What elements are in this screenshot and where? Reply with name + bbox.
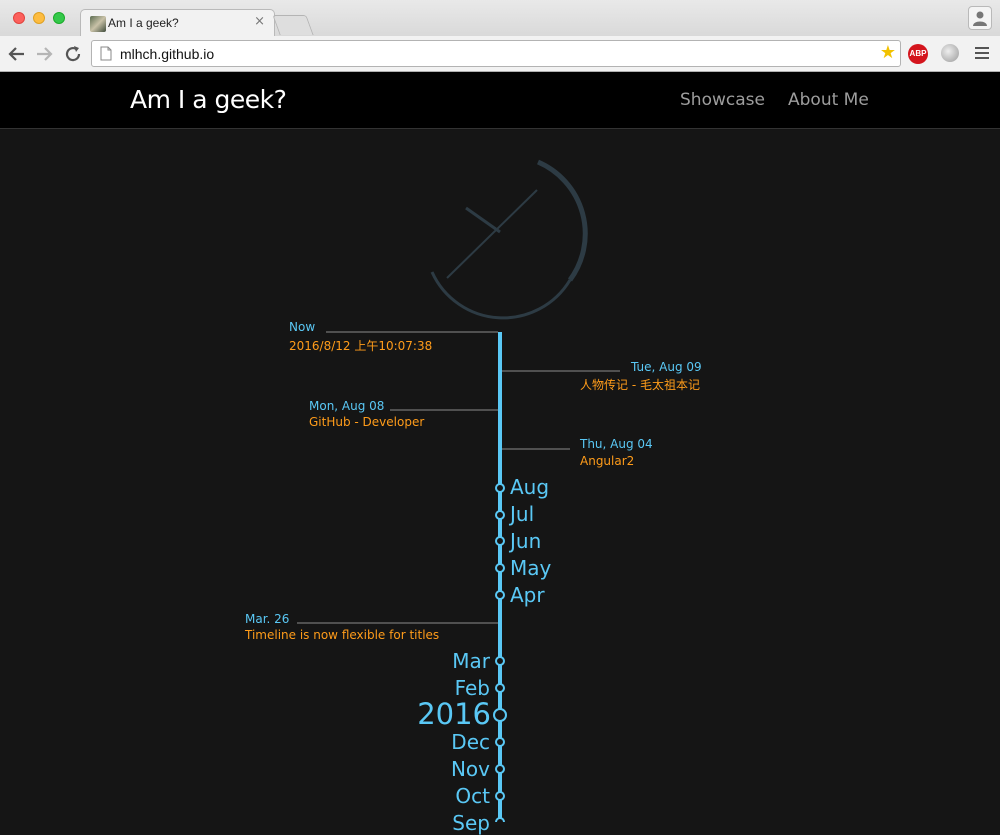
event-title: Now <box>289 320 316 334</box>
month-dot <box>495 656 505 666</box>
month-label: Apr <box>510 583 545 607</box>
event-desc: 人物传记 - 毛太祖本记 <box>580 378 700 392</box>
month-dot <box>495 510 505 520</box>
event-title: Thu, Aug 04 <box>580 437 653 451</box>
month-dot <box>495 590 505 600</box>
event-desc: Timeline is now flexible for titles <box>245 628 440 642</box>
month-label: Dec <box>451 730 490 754</box>
event-desc: Angular2 <box>580 454 635 468</box>
month-label: Feb <box>454 676 490 700</box>
month-label: Aug <box>510 475 550 499</box>
event-title: Mon, Aug 08 <box>309 399 385 413</box>
month-label: May <box>510 556 552 580</box>
month-dot <box>495 536 505 546</box>
month-dot <box>493 708 507 722</box>
timeline-graphic <box>297 331 620 822</box>
month-label: Nov <box>450 757 490 781</box>
month-dot <box>495 563 505 573</box>
month-dot <box>495 817 505 822</box>
month-dot <box>495 764 505 774</box>
event-title: Tue, Aug 09 <box>631 360 702 374</box>
month-label: Mar <box>452 649 490 673</box>
event-desc: GitHub - Developer <box>309 415 425 429</box>
month-dot <box>495 737 505 747</box>
event-title: Mar. 26 <box>245 612 290 626</box>
month-label: Jun <box>510 529 542 553</box>
event-connectors <box>297 331 620 624</box>
month-label: Jul <box>510 502 535 526</box>
month-dot <box>495 483 505 493</box>
year-label: 2016 <box>417 697 491 731</box>
month-dot <box>495 791 505 801</box>
event-desc: 2016/8/12 上午10:07:38 <box>289 339 433 353</box>
month-label: Sep <box>452 811 490 835</box>
month-dot <box>495 683 505 693</box>
month-label: Oct <box>455 784 490 808</box>
